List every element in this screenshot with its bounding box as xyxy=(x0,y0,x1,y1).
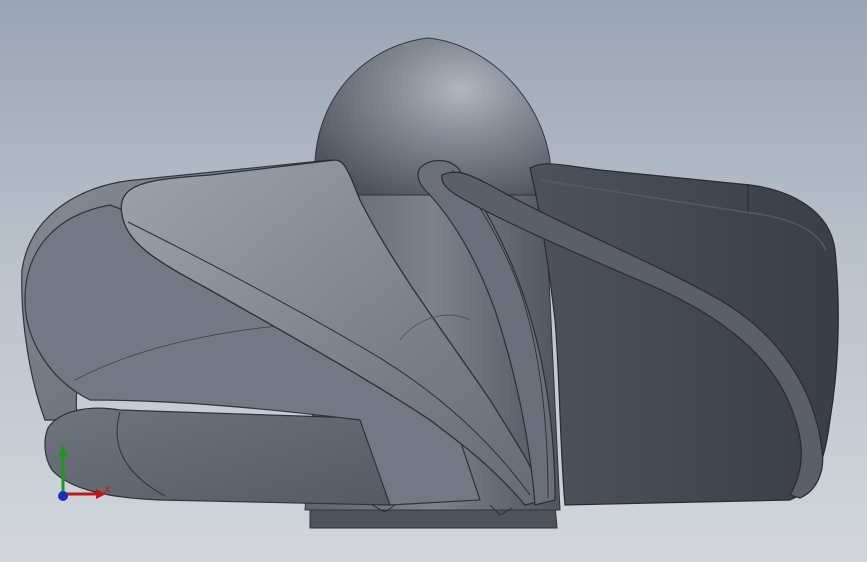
graphics-viewport[interactable]: Y X xyxy=(0,0,867,562)
blade-right xyxy=(529,163,839,506)
coordinate-triad: Y X xyxy=(40,436,120,516)
y-axis-label: Y xyxy=(59,442,66,453)
x-axis-label: X xyxy=(104,485,111,496)
impeller-model[interactable] xyxy=(0,0,867,562)
axis-triad-icon xyxy=(58,446,106,501)
